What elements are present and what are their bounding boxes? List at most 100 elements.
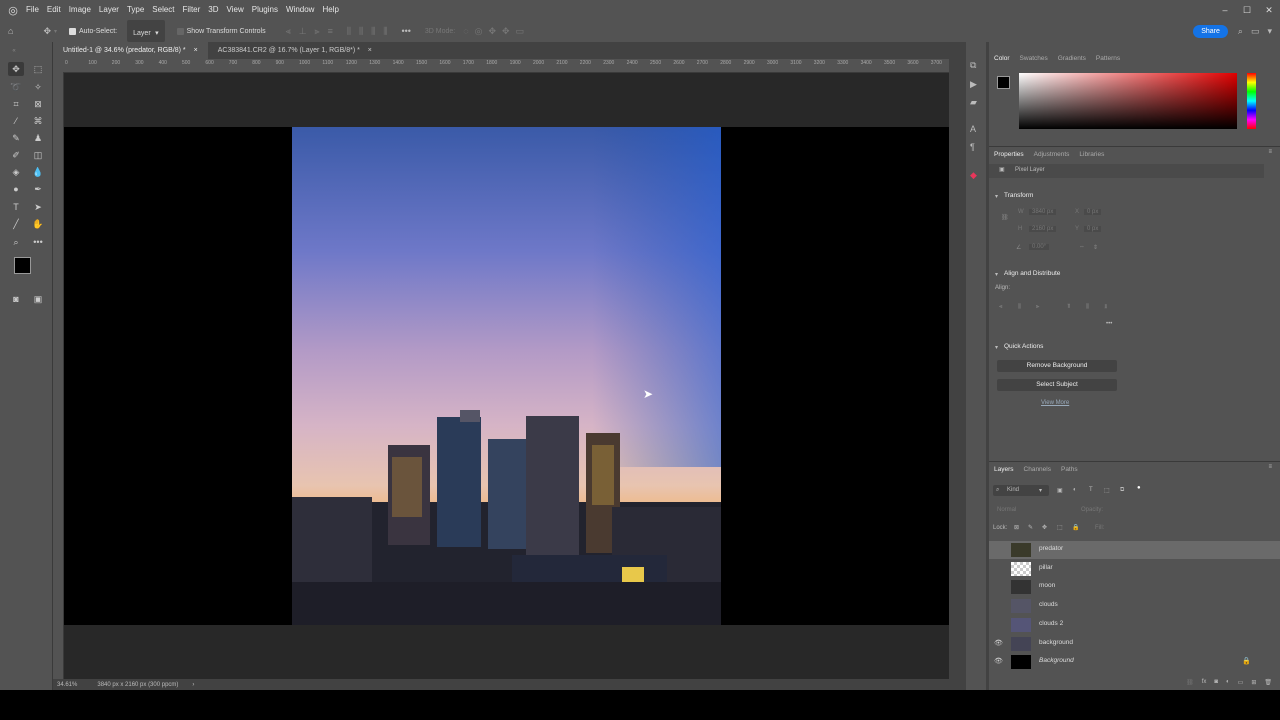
patch-tool-icon[interactable]: ⌘ — [30, 114, 46, 128]
lasso-tool-icon[interactable]: ➰ — [8, 80, 24, 94]
view-more-link[interactable]: View More — [1041, 400, 1069, 406]
filter-shape-icon[interactable]: ⬚ — [1104, 487, 1110, 494]
close-tab-icon[interactable]: × — [368, 47, 372, 54]
flip-vertical-icon[interactable]: ⇕ — [1093, 244, 1098, 251]
document-info[interactable]: 3840 px x 2160 px (300 ppcm) — [97, 682, 178, 688]
link-icon[interactable]: ⛓ — [1001, 214, 1009, 221]
tab-paths[interactable]: Paths — [1056, 466, 1083, 473]
collapse-icon[interactable]: « — [6, 44, 22, 58]
comments-panel-icon[interactable]: ▰ — [970, 97, 977, 108]
visibility-eye-icon[interactable]: 👁 — [994, 657, 1003, 665]
history-panel-icon[interactable]: ⧉ — [970, 60, 976, 71]
menu-window[interactable]: Window — [282, 0, 318, 20]
pen-tool-icon[interactable]: ✒ — [30, 182, 46, 196]
tab-swatches[interactable]: Swatches — [1015, 55, 1053, 62]
filter-pixel-icon[interactable]: ▣ — [1057, 487, 1063, 494]
align-left-edges-icon[interactable]: ⫷ — [999, 304, 1002, 311]
tab-gradients[interactable]: Gradients — [1053, 55, 1091, 62]
layer-select-dropdown[interactable]: Layer ▾ — [127, 20, 165, 42]
eraser-tool-icon[interactable]: ◫ — [30, 148, 46, 162]
brush-tool-icon[interactable]: ✎ — [8, 131, 24, 145]
dodge-tool-icon[interactable]: ● — [8, 182, 24, 196]
foreground-color-swatch[interactable] — [14, 257, 31, 274]
align-top-edges-icon[interactable]: ⫪ — [1067, 304, 1070, 311]
menu-3d[interactable]: 3D — [204, 0, 222, 20]
filter-toggle-icon[interactable]: ● — [1137, 485, 1141, 491]
menu-image[interactable]: Image — [65, 0, 95, 20]
chevron-down-icon[interactable]: ▾ — [995, 193, 998, 200]
width-field[interactable]: 3840 px — [1029, 209, 1057, 215]
align-right-edges-icon[interactable]: ⫸ — [1036, 304, 1039, 311]
lock-artboard-icon[interactable]: ⬚ — [1057, 524, 1063, 531]
zoom-tool-icon[interactable]: ⌕ — [8, 235, 24, 249]
paint-bucket-tool-icon[interactable]: ◈ — [8, 165, 24, 179]
type-tool-icon[interactable]: T — [8, 200, 24, 214]
x-field[interactable]: 0 px — [1084, 209, 1102, 215]
tab-adjustments[interactable]: Adjustments — [1029, 151, 1075, 158]
photoshop-logo-icon[interactable]: ◎ — [4, 1, 22, 19]
foreground-color-chip[interactable] — [997, 76, 1010, 89]
lock-position-icon[interactable]: ✥ — [1042, 524, 1047, 531]
orbit-3d-icon[interactable]: ◌ — [463, 26, 468, 36]
search-icon[interactable]: ⌕ — [1238, 26, 1243, 37]
vertical-scrollbar[interactable] — [949, 59, 961, 679]
close-tab-icon[interactable]: × — [194, 47, 198, 54]
document-tab-untitled[interactable]: Untitled-1 @ 34.6% (predator, RGB/8) * × — [53, 42, 208, 59]
layer-row[interactable]: clouds 2 — [989, 616, 1280, 634]
chevron-down-icon[interactable]: ▾ — [995, 344, 998, 351]
character-panel-icon[interactable]: A — [970, 124, 976, 134]
kind-filter-dropdown[interactable]: ⌕ Kind ▾ — [993, 485, 1049, 496]
menu-type[interactable]: Type — [123, 0, 148, 20]
tab-channels[interactable]: Channels — [1019, 466, 1056, 473]
tab-patterns[interactable]: Patterns — [1091, 55, 1125, 62]
tab-color[interactable]: Color — [989, 55, 1015, 62]
menu-view[interactable]: View — [223, 0, 248, 20]
layer-row[interactable]: clouds — [989, 597, 1280, 615]
frame-tool-icon[interactable]: ⊠ — [30, 97, 46, 111]
chevron-down-icon[interactable]: ▾ — [995, 271, 998, 278]
move-tool-icon[interactable]: ✥ — [43, 26, 51, 37]
menu-help[interactable]: Help — [318, 0, 342, 20]
layer-row[interactable]: predator — [989, 541, 1280, 559]
distribute-icon[interactable]: ⫼ — [371, 26, 375, 37]
angle-field[interactable]: 0.00° — [1029, 244, 1050, 250]
layer-row[interactable]: 👁 Background 🔒 — [989, 653, 1280, 671]
align-right-icon[interactable]: ⫸ — [315, 26, 320, 37]
chevron-right-icon[interactable]: › — [192, 682, 194, 688]
drag-3d-icon[interactable]: ✥ — [488, 26, 496, 37]
menu-file[interactable]: File — [22, 0, 43, 20]
minimize-button[interactable]: – — [1214, 5, 1236, 15]
align-left-icon[interactable]: ⫷ — [286, 26, 291, 37]
link-layers-icon[interactable]: ⛓ — [1186, 679, 1194, 686]
home-icon[interactable]: ⌂ — [8, 26, 13, 36]
align-middle-icon[interactable]: ⫼ — [347, 26, 351, 37]
adobe-stock-icon[interactable]: ◆ — [970, 170, 977, 181]
flip-horizontal-icon[interactable]: ⇔ — [1079, 244, 1085, 250]
screen-mode-icon[interactable]: ▣ — [30, 292, 46, 306]
layer-row[interactable]: 👁 background — [989, 635, 1280, 653]
panel-menu-icon[interactable]: ≡ — [1268, 464, 1272, 470]
city-photo-image[interactable] — [292, 127, 721, 625]
blend-mode-dropdown[interactable]: Normal — [997, 507, 1016, 513]
lock-pixels-icon[interactable]: ✎ — [1028, 524, 1033, 531]
remove-background-button[interactable]: Remove Background — [997, 360, 1117, 372]
workspace-switcher-icon[interactable]: ▾ — [1267, 26, 1272, 37]
new-adjustment-icon[interactable]: ◐ — [1226, 679, 1230, 685]
menu-filter[interactable]: Filter — [179, 0, 205, 20]
roll-3d-icon[interactable]: ◎ — [475, 26, 483, 37]
eyedropper-tool-icon[interactable]: ⁄ — [8, 114, 24, 128]
lock-all-icon[interactable]: 🔒 — [1072, 524, 1079, 531]
visibility-eye-icon[interactable]: 👁 — [994, 639, 1003, 647]
menu-plugins[interactable]: Plugins — [248, 0, 282, 20]
align-center-icon[interactable]: ⊥ — [299, 26, 307, 37]
menu-select[interactable]: Select — [148, 0, 178, 20]
height-field[interactable]: 2160 px — [1029, 226, 1057, 232]
marquee-tool-icon[interactable]: ⬚ — [30, 62, 46, 76]
show-transform-checkbox[interactable]: Show Transform Controls — [176, 27, 266, 35]
auto-select-checkbox[interactable]: Auto-Select: — [69, 27, 117, 35]
menu-edit[interactable]: Edit — [43, 0, 65, 20]
blur-tool-icon[interactable]: 💧 — [30, 165, 46, 179]
document-tab-cr2[interactable]: AC383841.CR2 @ 16.7% (Layer 1, RGB/8*) *… — [208, 42, 382, 59]
slide-3d-icon[interactable]: ✥ — [502, 26, 510, 37]
distribute-horizontal-icon[interactable]: ⫼ — [383, 26, 387, 37]
